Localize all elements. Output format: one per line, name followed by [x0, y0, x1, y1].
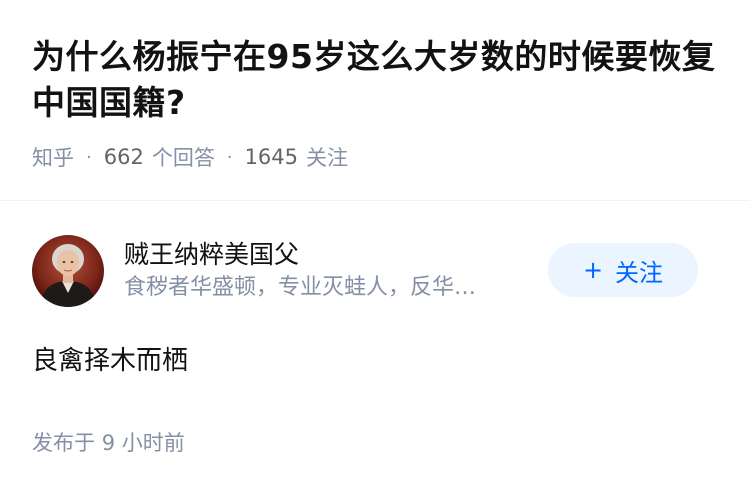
author-name[interactable]: 贼王纳粹美国父	[124, 238, 524, 272]
answer-content[interactable]: 良禽择木而栖	[32, 341, 718, 381]
author-bio: 食秽者华盛顿，专业灭蛙人，反华…	[124, 275, 477, 300]
meta-separator: ·	[86, 146, 92, 168]
author-info: 贼王纳粹美国父 食秽者华盛顿，专业灭蛙人，反华…	[124, 238, 524, 304]
source-label[interactable]: 知乎	[32, 142, 74, 172]
answer-card: 贼王纳粹美国父 食秽者华盛顿，专业灭蛙人，反华… + 关注 良禽择木而栖 发布于…	[0, 235, 750, 457]
section-divider	[0, 200, 750, 201]
answer-count: 662	[103, 145, 144, 169]
answer-count-label: 个回答	[151, 146, 215, 170]
follow-button[interactable]: + 关注	[548, 243, 698, 297]
published-label: 发布于	[32, 431, 95, 455]
published-time: 9 小时前	[101, 431, 185, 455]
follow-button-label: 关注	[615, 258, 664, 287]
plus-icon: +	[582, 256, 604, 284]
author-row: 贼王纳粹美国父 食秽者华盛顿，专业灭蛙人，反华… + 关注	[32, 235, 718, 307]
answer-timestamp: 发布于 9 小时前	[32, 427, 718, 457]
question-title[interactable]: 为什么杨振宁在95岁这么大岁数的时候要恢复中国国籍?	[32, 34, 718, 126]
question-meta: 知乎 · 662 个回答 · 1645 关注	[32, 142, 718, 172]
follower-count: 1645	[244, 145, 299, 169]
portrait-avatar-icon	[32, 235, 104, 307]
meta-separator: ·	[226, 146, 233, 168]
question-header: 为什么杨振宁在95岁这么大岁数的时候要恢复中国国籍? 知乎 · 662 个回答 …	[0, 0, 750, 170]
avatar[interactable]	[32, 235, 104, 307]
follower-count-label: 关注	[306, 146, 349, 170]
